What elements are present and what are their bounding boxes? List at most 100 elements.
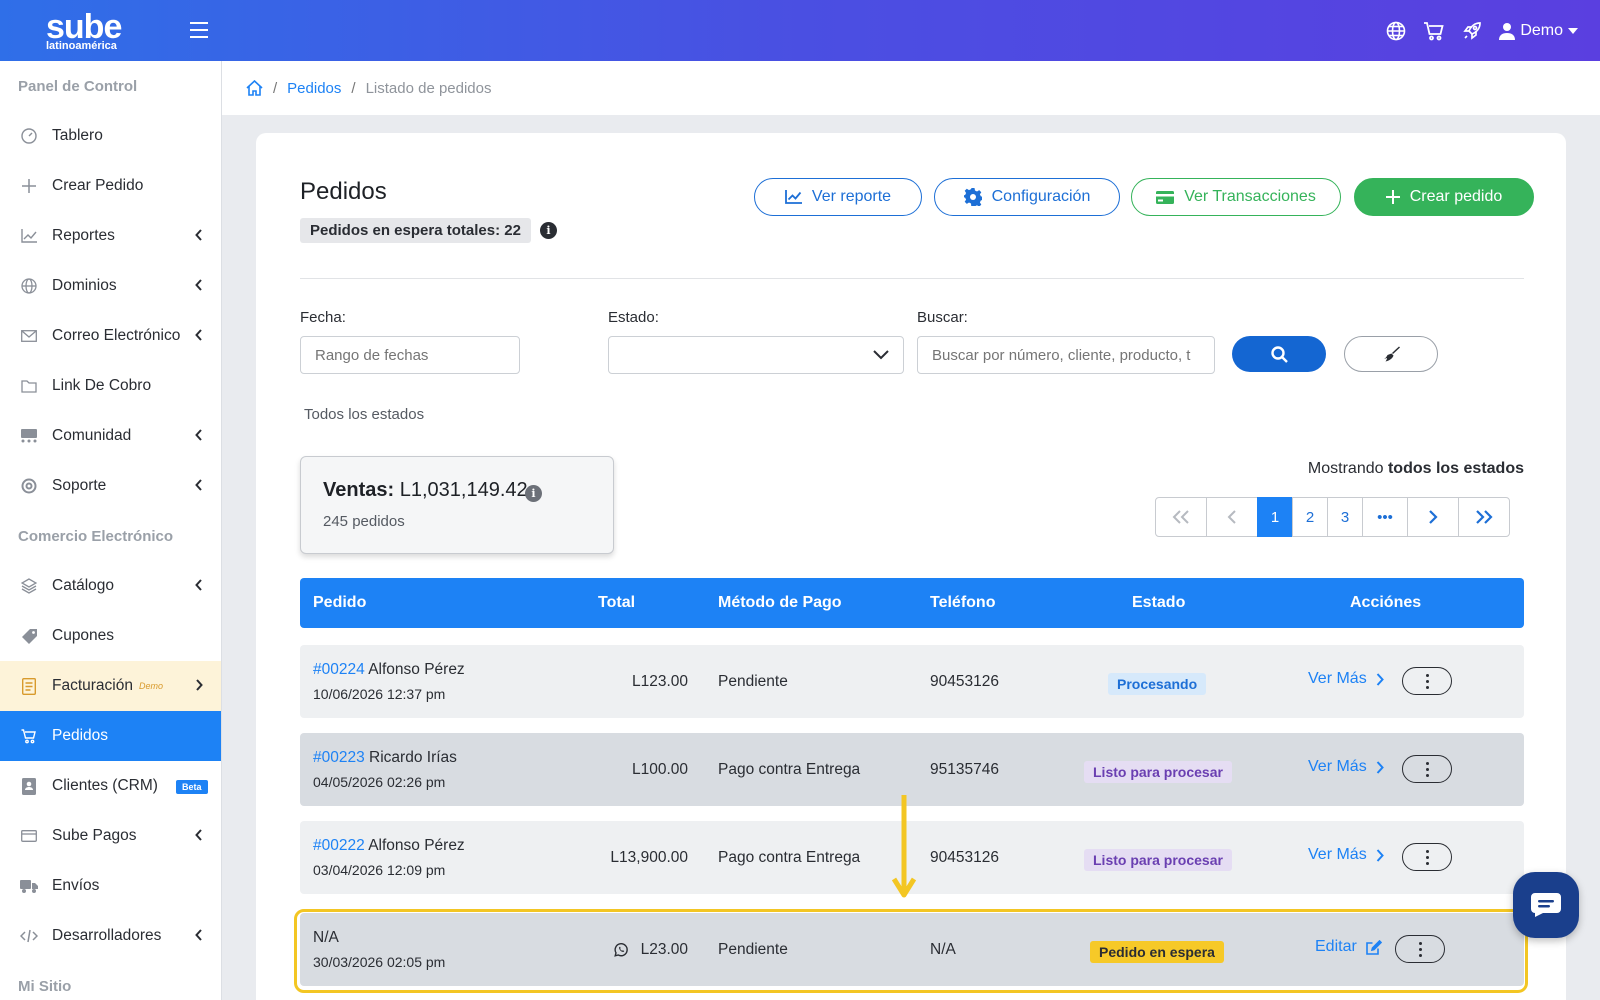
prev-page-button[interactable] — [1206, 497, 1258, 537]
order-total: L23.00 — [640, 941, 688, 958]
order-id-link[interactable]: #00222 — [313, 837, 365, 854]
order-id-link[interactable]: #00223 — [313, 749, 365, 766]
order-cell: #00224 Alfonso Pérez — [313, 661, 465, 679]
plus-icon — [20, 177, 38, 195]
sales-info-icon[interactable]: i — [525, 485, 542, 502]
top-bar: sube latinoamérica Demo — [0, 0, 1600, 61]
whatsapp-icon — [613, 943, 628, 957]
sidebar-item-dominios[interactable]: Dominios — [0, 261, 221, 311]
chevron-right-icon — [1376, 672, 1384, 686]
sidebar-item-correo[interactable]: Correo Electrónico — [0, 311, 221, 361]
sidebar-item-crear-pedido[interactable]: Crear Pedido — [0, 161, 221, 211]
status-select[interactable] — [608, 336, 904, 374]
sidebar-item-label: Facturación — [52, 677, 133, 694]
sidebar-item-tablero[interactable]: Tablero — [0, 111, 221, 161]
page-2-button[interactable]: 2 — [1292, 497, 1328, 537]
view-more-link[interactable]: Ver Más — [1308, 670, 1384, 688]
phone: 90453126 — [930, 673, 999, 690]
view-more-link[interactable]: Ver Más — [1308, 846, 1384, 864]
last-page-button[interactable] — [1458, 497, 1510, 537]
beta-badge: Beta — [176, 780, 208, 794]
chevron-down-icon — [873, 350, 889, 360]
more-pages-button[interactable]: ••• — [1362, 497, 1408, 537]
user-menu[interactable]: Demo — [1499, 22, 1578, 40]
breadcrumb-current: Listado de pedidos — [365, 79, 492, 97]
settings-label: Configuración — [991, 188, 1091, 205]
caret-down-icon — [1568, 27, 1578, 34]
first-page-button[interactable] — [1155, 497, 1207, 537]
page-1-button[interactable]: 1 — [1257, 497, 1293, 537]
view-more-label: Ver Más — [1308, 670, 1367, 687]
double-chevron-right-icon — [1476, 510, 1493, 524]
header-telefono: Teléfono — [930, 594, 996, 611]
info-icon[interactable]: i — [540, 222, 557, 239]
edit-link[interactable]: Editar — [1315, 938, 1382, 956]
sidebar-item-clientes[interactable]: Clientes (CRM) Beta — [0, 761, 221, 811]
home-icon[interactable] — [246, 80, 263, 96]
order-date: 03/04/2026 12:09 pm — [313, 862, 446, 878]
sidebar-item-catalogo[interactable]: Catálogo — [0, 561, 221, 611]
chevron-left-icon — [195, 329, 202, 341]
view-transactions-button[interactable]: Ver Transacciones — [1131, 178, 1341, 216]
rocket-icon[interactable] — [1461, 20, 1483, 42]
tag-icon — [20, 627, 38, 645]
sidebar-item-reportes[interactable]: Reportes — [0, 211, 221, 261]
create-order-button[interactable]: Crear pedido — [1354, 178, 1534, 216]
showing-prefix: Mostrando — [1307, 460, 1384, 477]
sidebar-item-label: Cupones — [52, 627, 115, 644]
sidebar-item-envios[interactable]: Envíos — [0, 861, 221, 911]
row-actions-menu[interactable] — [1395, 935, 1445, 963]
divider — [300, 278, 1524, 279]
header-acciones: Acciónes — [1350, 594, 1422, 611]
row-actions-menu[interactable] — [1402, 755, 1452, 783]
row-actions-menu[interactable] — [1402, 843, 1452, 871]
kebab-icon — [1425, 848, 1429, 866]
view-more-link[interactable]: Ver Más — [1308, 758, 1384, 776]
invoice-icon — [20, 677, 38, 695]
breadcrumb-pedidos[interactable]: Pedidos — [287, 80, 341, 97]
sidebar-item-cupones[interactable]: Cupones — [0, 611, 221, 661]
next-page-button[interactable] — [1407, 497, 1459, 537]
chat-icon — [1531, 893, 1561, 917]
sidebar-item-label: Sube Pagos — [52, 827, 137, 844]
view-report-button[interactable]: Ver reporte — [754, 178, 922, 216]
layers-icon — [20, 577, 38, 595]
sidebar-item-soporte[interactable]: Soporte — [0, 461, 221, 511]
plus-icon — [1385, 190, 1400, 204]
table-header: Pedido Total Método de Pago Teléfono Est… — [300, 578, 1524, 628]
sidebar-item-label: Desarrolladores — [52, 927, 162, 944]
page-title: Pedidos — [300, 178, 387, 205]
hamburger-menu-icon[interactable] — [190, 22, 208, 38]
header-pedido: Pedido — [313, 594, 367, 611]
globe-icon[interactable] — [1385, 20, 1407, 42]
customer-name: Ricardo Irías — [369, 749, 457, 766]
date-range-input[interactable] — [300, 336, 520, 374]
sidebar-item-pedidos[interactable]: Pedidos — [0, 711, 221, 761]
page-3-button[interactable]: 3 — [1327, 497, 1363, 537]
kebab-icon — [1418, 940, 1422, 958]
sidebar-item-desarrolladores[interactable]: Desarrolladores — [0, 911, 221, 961]
row-actions-menu[interactable] — [1402, 667, 1452, 695]
user-name: Demo — [1520, 21, 1563, 39]
sidebar-item-label: Pedidos — [52, 727, 109, 744]
cart-icon[interactable] — [1423, 20, 1445, 42]
sales-title: Ventas: L1,031,149.42 — [323, 479, 528, 502]
sales-amount: L1,031,149.42 — [399, 479, 528, 501]
view-more-label: Ver Más — [1308, 758, 1367, 775]
chat-button[interactable] — [1513, 872, 1579, 938]
sidebar-item-link-cobro[interactable]: Link De Cobro — [0, 361, 221, 411]
sidebar-item-comunidad[interactable]: Comunidad — [0, 411, 221, 461]
sidebar-item-facturacion[interactable]: Facturación Demo — [0, 661, 221, 711]
sidebar-item-sube-pagos[interactable]: Sube Pagos — [0, 811, 221, 861]
sales-label: Ventas: — [323, 479, 395, 501]
search-input[interactable] — [917, 336, 1215, 374]
sidebar-item-label: Soporte — [52, 477, 107, 494]
logo[interactable]: sube latinoamérica — [46, 10, 176, 52]
settings-button[interactable]: Configuración — [934, 178, 1120, 216]
clear-filters-button[interactable] — [1344, 336, 1438, 372]
globe-icon — [20, 277, 38, 295]
search-button[interactable] — [1232, 336, 1326, 372]
chevron-left-icon — [195, 829, 202, 841]
breadcrumb-separator: / — [351, 79, 356, 97]
order-id-link[interactable]: #00224 — [313, 661, 365, 678]
